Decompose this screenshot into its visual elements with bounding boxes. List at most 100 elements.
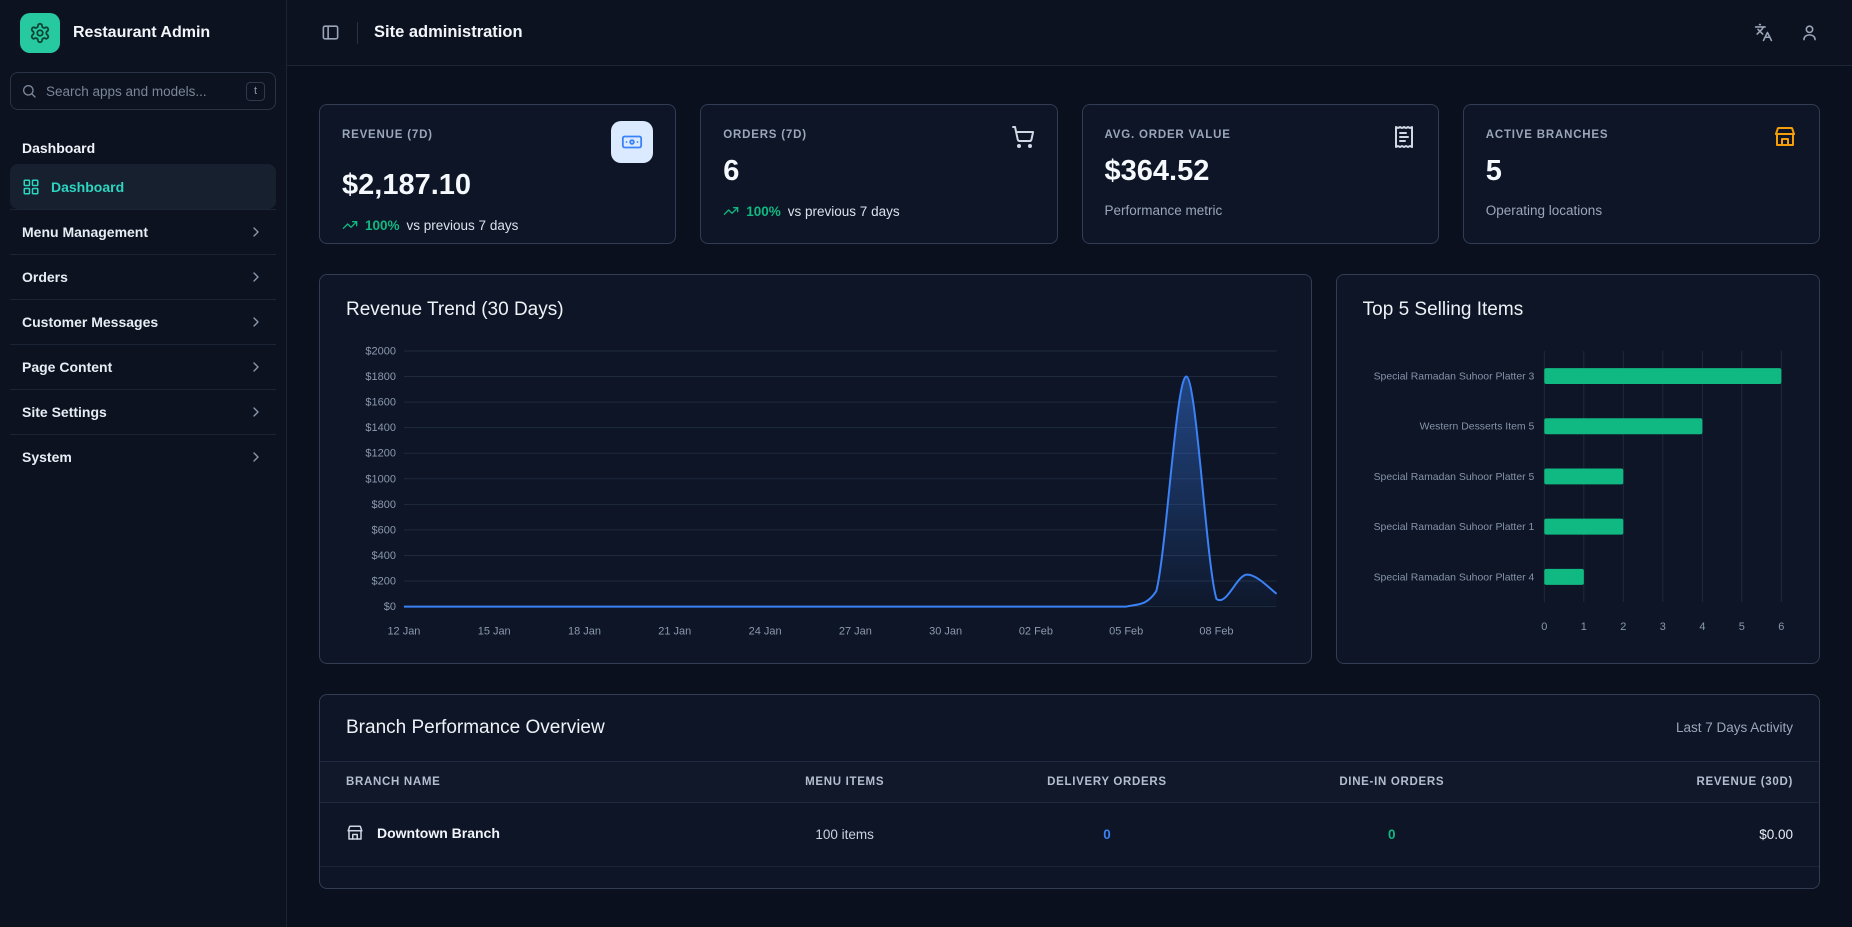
sidebar-section-label: Dashboard [10,140,276,156]
column-header: REVENUE (30D) [1534,762,1819,803]
top-items-title: Top 5 Selling Items [1363,299,1793,321]
svg-text:6: 6 [1778,621,1784,633]
delivery-orders-cell: 1 [965,866,1250,889]
sidebar-body: t Dashboard Dashboard Menu ManagementOrde… [0,66,286,927]
revenue-trend-chart: $0$200$400$600$800$1000$1200$1400$1600$1… [346,337,1285,647]
table-header-row: BRANCH NAMEMENU ITEMSDELIVERY ORDERSDINE… [320,762,1819,803]
svg-text:3: 3 [1659,621,1665,633]
table-row: Downtown Branch100 items00$0.00 [320,802,1819,866]
trending-up-icon [723,203,739,219]
menu-items-cell: 100 items [725,802,965,866]
stat-value: 5 [1486,155,1797,188]
main-column: Site administration REVENUE (7D) $2,187.1… [287,0,1852,927]
svg-text:$2000: $2000 [365,345,396,357]
receipt-icon [1392,125,1416,149]
sidebar-item-label: Dashboard [51,179,124,195]
stat-label: ACTIVE BRANCHES [1486,125,1609,141]
top-bar: Site administration [287,0,1852,66]
store-icon [346,824,364,842]
top-items-chart: 0123456Special Ramadan Suhoor Platter 3W… [1363,337,1793,646]
svg-text:$1600: $1600 [365,397,396,409]
svg-text:$1800: $1800 [365,371,396,383]
main-content: REVENUE (7D) $2,187.10 100% vs previous 7 d… [287,66,1852,927]
banknote-icon [611,121,653,163]
branch-performance-subtitle: Last 7 Days Activity [1676,720,1793,735]
chevron-right-icon [248,359,264,375]
chevron-right-icon [248,314,264,330]
stat-value: $364.52 [1105,155,1416,188]
column-header: DELIVERY ORDERS [965,762,1250,803]
svg-text:$600: $600 [372,524,396,536]
sidebar-toggle-button[interactable] [313,16,347,50]
svg-text:12 Jan: 12 Jan [387,626,420,638]
svg-text:1: 1 [1580,621,1586,633]
svg-text:21 Jan: 21 Jan [658,626,691,638]
dine-in-orders-cell: 0 [1249,866,1534,889]
sidebar-item-label: System [22,449,72,465]
svg-text:15 Jan: 15 Jan [478,626,511,638]
svg-text:$800: $800 [372,499,396,511]
chevron-right-icon [248,449,264,465]
chevron-right-icon [248,224,264,240]
sidebar-item-label: Page Content [22,359,112,375]
page-title: Site administration [374,23,523,42]
sidebar-nav: Dashboard Menu ManagementOrdersCustomer M… [10,164,276,479]
topbar-actions [1746,16,1826,50]
svg-text:0: 0 [1541,621,1547,633]
branch-performance-header: Branch Performance Overview Last 7 Days … [320,695,1819,762]
stat-label: REVENUE (7D) [342,125,433,141]
svg-text:$1000: $1000 [365,473,396,485]
stat-card-2: AVG. ORDER VALUE $364.52 Performance metri… [1082,104,1439,244]
gear-icon [20,13,60,53]
store-icon [1773,125,1797,149]
svg-text:$400: $400 [372,550,396,562]
stat-value: $2,187.10 [342,169,653,202]
search-input[interactable] [46,84,237,99]
stat-label: AVG. ORDER VALUE [1105,125,1231,141]
branch-performance-title: Branch Performance Overview [346,717,605,739]
trend-value: 100% [365,218,400,233]
table-row: Uptown Branch100 items10$203.50 [320,866,1819,889]
column-header: DINE-IN ORDERS [1249,762,1534,803]
sidebar-item-menu-management[interactable]: Menu Management [10,209,276,254]
svg-text:$1200: $1200 [365,448,396,460]
stat-subtitle: Operating locations [1486,203,1797,218]
svg-text:Special Ramadan Suhoor Platter: Special Ramadan Suhoor Platter 1 [1373,522,1534,533]
stat-subtitle: Performance metric [1105,203,1416,218]
svg-text:2: 2 [1620,621,1626,633]
search-box[interactable]: t [10,72,276,110]
sidebar-item-dashboard[interactable]: Dashboard [10,164,276,209]
revenue-cell: $0.00 [1534,802,1819,866]
grid-icon [22,178,40,196]
sidebar-item-customer-messages[interactable]: Customer Messages [10,299,276,344]
stat-card-0: REVENUE (7D) $2,187.10 100% vs previous 7 d… [319,104,676,244]
svg-text:4: 4 [1699,621,1705,633]
chevron-right-icon [248,404,264,420]
sidebar-item-site-settings[interactable]: Site Settings [10,389,276,434]
svg-text:$200: $200 [372,576,396,588]
sidebar-item-page-content[interactable]: Page Content [10,344,276,389]
sidebar-item-orders[interactable]: Orders [10,254,276,299]
revenue-trend-card: Revenue Trend (30 Days) $0$200$400$600$8… [319,274,1312,664]
topbar-divider [357,22,358,44]
language-button[interactable] [1746,16,1780,50]
trend-suffix: vs previous 7 days [407,218,519,233]
column-header: BRANCH NAME [320,762,725,803]
user-menu-button[interactable] [1792,16,1826,50]
brand: Restaurant Admin [0,0,286,66]
search-icon [21,83,37,99]
stat-label: ORDERS (7D) [723,125,807,141]
stat-card-1: ORDERS (7D)6100%vs previous 7 days [700,104,1057,244]
revenue-trend-title: Revenue Trend (30 Days) [346,299,1285,321]
chevron-right-icon [248,269,264,285]
svg-text:$1400: $1400 [365,422,396,434]
stat-value: 6 [723,155,1034,188]
top-items-card: Top 5 Selling Items 0123456Special Ramad… [1336,274,1820,664]
store-icon [346,888,364,889]
svg-text:Special Ramadan Suhoor Platter: Special Ramadan Suhoor Platter 3 [1373,372,1534,383]
delivery-orders-cell: 0 [965,802,1250,866]
sidebar-item-label: Site Settings [22,404,107,420]
sidebar-item-system[interactable]: System [10,434,276,479]
svg-text:05 Feb: 05 Feb [1109,626,1143,638]
svg-text:Western Desserts Item 5: Western Desserts Item 5 [1419,422,1534,433]
